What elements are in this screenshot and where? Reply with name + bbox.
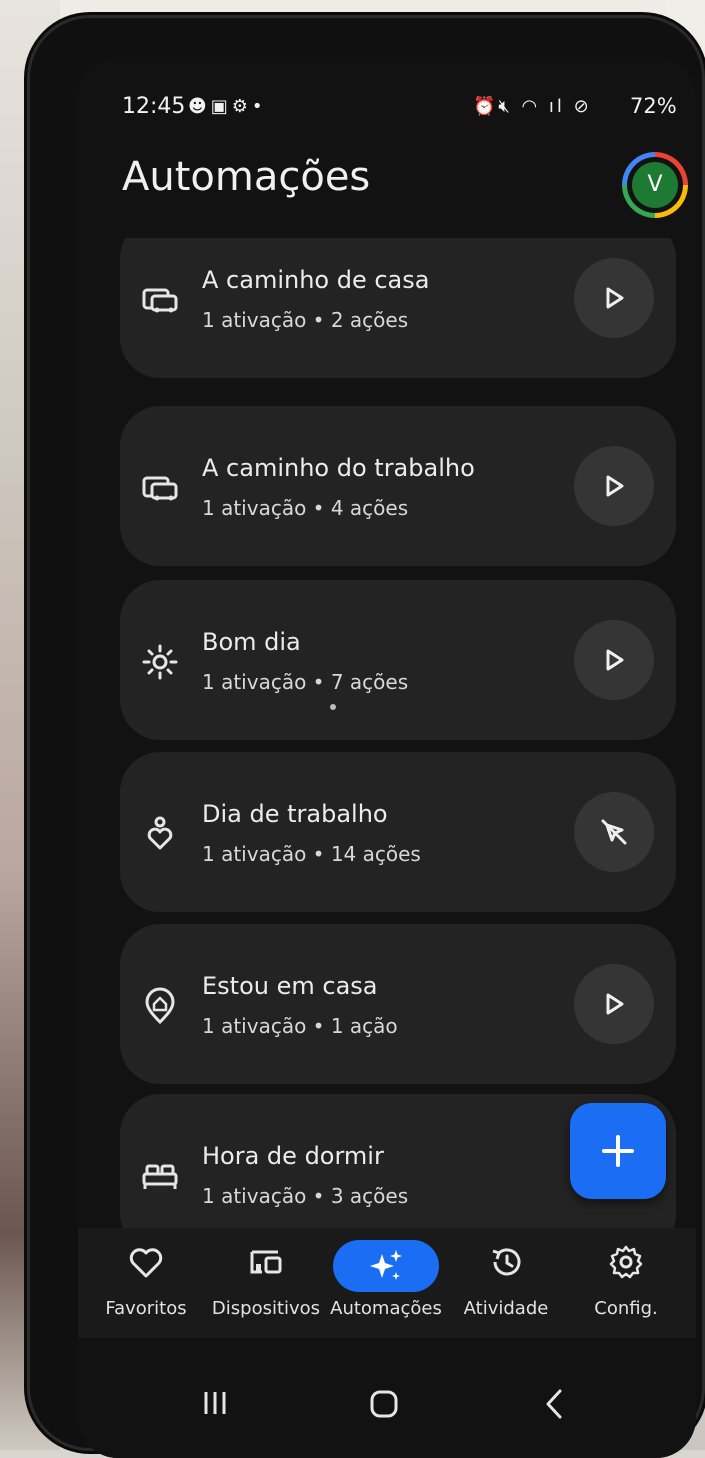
play-button[interactable] <box>574 258 654 338</box>
nav-label: Atividade <box>463 1298 549 1319</box>
status-time: 12:45 <box>122 94 186 119</box>
nav-item-config[interactable]: Config. <box>566 1228 686 1338</box>
back-icon[interactable] <box>540 1388 570 1420</box>
avatar-letter: V <box>632 162 678 208</box>
bottom-nav: Favoritos Dispositivos Automações Ativid… <box>78 1228 696 1338</box>
automation-list[interactable]: A caminho de casa 1 ativação • 2 ações A… <box>78 238 696 1238</box>
play-icon <box>606 475 624 497</box>
screen: 12:45 ☻▣⚙• ⏰🔇︎ ◠ ıl ⊘ 72% Automações V A… <box>78 58 696 1458</box>
nav-label: Dispositivos <box>211 1298 321 1319</box>
automation-card[interactable]: A caminho de casa 1 ativação • 2 ações <box>120 238 676 378</box>
automation-meta: 1 ativação • 14 ações <box>202 842 421 866</box>
play-icon <box>606 287 624 309</box>
automation-meta: 1 ativação • 1 ação <box>202 1014 398 1038</box>
page-title: Automações <box>122 154 371 200</box>
notification-icons: ☻▣⚙• <box>188 96 267 117</box>
touch-disabled-button[interactable] <box>574 792 654 872</box>
heart-outline-icon <box>129 1248 163 1278</box>
add-automation-button[interactable] <box>570 1103 666 1199</box>
nav-item-automacoes[interactable]: Automações <box>326 1228 446 1338</box>
system-navigation-bar <box>78 1348 696 1458</box>
nav-label: Config. <box>594 1298 658 1319</box>
automation-name: Estou em casa <box>202 972 378 1000</box>
automation-name: Hora de dormir <box>202 1142 384 1170</box>
car-icon <box>142 476 178 501</box>
status-bar: 12:45 ☻▣⚙• ⏰🔇︎ ◠ ıl ⊘ 72% <box>78 58 696 119</box>
automation-meta: 1 ativação • 4 ações <box>202 496 409 520</box>
plus-icon <box>602 1135 634 1167</box>
page-dot <box>330 704 336 710</box>
automation-name: A caminho de casa <box>202 266 430 294</box>
home-icon[interactable] <box>368 1388 400 1420</box>
car-icon <box>142 288 178 313</box>
play-icon <box>606 649 624 671</box>
play-button[interactable] <box>574 620 654 700</box>
automation-meta: 1 ativação • 2 ações <box>202 308 409 332</box>
bed-icon <box>142 1164 178 1189</box>
play-icon <box>606 993 624 1015</box>
automation-name: Dia de trabalho <box>202 800 388 828</box>
nav-item-favoritos[interactable]: Favoritos <box>86 1228 206 1338</box>
devices-icon <box>250 1250 282 1274</box>
automation-card[interactable]: A caminho do trabalho 1 ativação • 4 açõ… <box>120 406 676 566</box>
touch-disabled-icon <box>601 819 627 845</box>
automation-meta: 1 ativação • 3 ações <box>202 1184 409 1208</box>
play-button[interactable] <box>574 446 654 526</box>
avatar[interactable]: V <box>622 152 688 218</box>
gear-icon <box>609 1245 643 1279</box>
nav-label: Favoritos <box>105 1298 187 1319</box>
nav-label: Automações <box>330 1298 442 1319</box>
battery-level: 72% <box>630 94 677 118</box>
sun-icon <box>142 644 178 680</box>
heart-person-icon <box>147 816 173 850</box>
automation-meta: 1 ativação • 7 ações <box>202 670 409 694</box>
location-home-icon <box>145 987 175 1025</box>
nav-item-atividade[interactable]: Atividade <box>446 1228 566 1338</box>
history-icon <box>492 1248 521 1276</box>
play-button[interactable] <box>574 964 654 1044</box>
automation-card[interactable]: Dia de trabalho 1 ativação • 14 ações <box>120 752 676 912</box>
automation-card[interactable]: Bom dia 1 ativação • 7 ações <box>120 580 676 740</box>
automation-card[interactable]: Estou em casa 1 ativação • 1 ação <box>120 924 676 1084</box>
nav-item-dispositivos[interactable]: Dispositivos <box>206 1228 326 1338</box>
automation-name: Bom dia <box>202 628 301 656</box>
sparkle-icon <box>370 1250 402 1280</box>
recent-apps-icon[interactable] <box>200 1388 230 1418</box>
automation-name: A caminho do trabalho <box>202 454 475 482</box>
phone-frame: 12:45 ☻▣⚙• ⏰🔇︎ ◠ ıl ⊘ 72% Automações V A… <box>30 18 702 1458</box>
system-status-icons: ⏰🔇︎ ◠ ıl ⊘ <box>473 96 592 117</box>
